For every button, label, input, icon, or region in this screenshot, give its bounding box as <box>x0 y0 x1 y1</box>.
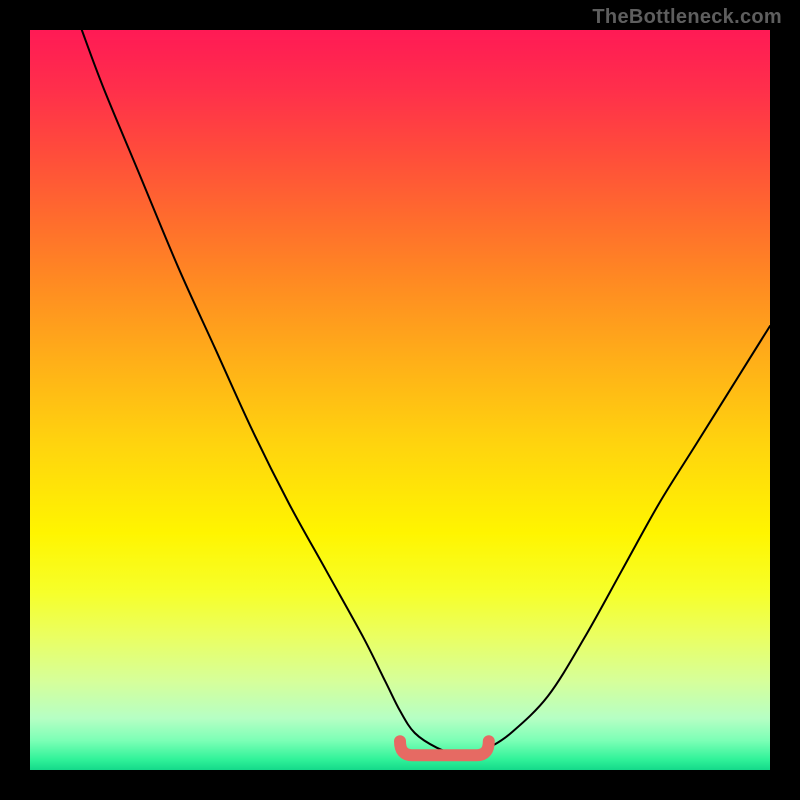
optimal-region-marker <box>400 741 489 755</box>
chart-frame: TheBottleneck.com <box>0 0 800 800</box>
curve-overlay <box>30 30 770 770</box>
plot-area <box>30 30 770 770</box>
bottleneck-curve <box>82 30 770 756</box>
watermark-text: TheBottleneck.com <box>592 6 782 29</box>
